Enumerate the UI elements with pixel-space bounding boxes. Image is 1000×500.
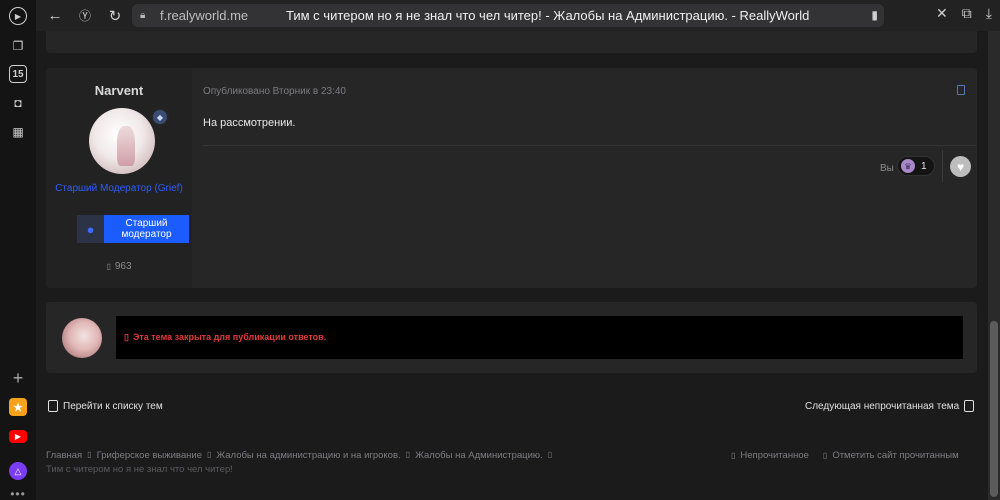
- post-author-pane: Narvent ◆ Старший Модератор (Grief) ● Ст…: [46, 68, 192, 288]
- chevron-right-icon: ▯: [206, 450, 212, 459]
- message-count-value: 963: [114, 261, 132, 272]
- check-icon: ▯: [822, 451, 828, 460]
- plus-icon[interactable]: +: [9, 368, 27, 388]
- previous-post-bottom: [46, 31, 977, 53]
- youtube-icon[interactable]: ▶: [9, 430, 27, 443]
- divider: [942, 150, 943, 182]
- breadcrumb-item[interactable]: Жалобы на Администрацию.: [415, 450, 543, 461]
- alice-icon[interactable]: △: [9, 462, 27, 480]
- footer-thread-title: Тим с читером но я не знал что чел читер…: [46, 464, 233, 475]
- address-bar[interactable]: 🔒︎ f.realyworld.me Тим с читером но я не…: [132, 4, 884, 27]
- scroll-thumb[interactable]: [990, 321, 998, 497]
- play-icon[interactable]: ▶: [9, 7, 27, 25]
- trophy-icon: ♛: [901, 159, 915, 173]
- mark-read-link[interactable]: ▯ Отметить сайт прочитанным: [823, 450, 959, 461]
- quick-links: ▯ Непрочитанное ▯ Отметить сайт прочитанны…: [731, 450, 959, 461]
- scrollbar[interactable]: [988, 31, 1000, 500]
- role-title: Старший Модератор (Grief): [55, 183, 183, 194]
- unread-label: Непрочитанное: [740, 450, 809, 461]
- user-icon: ●: [77, 215, 104, 243]
- reaction-count: 1: [921, 160, 927, 172]
- bookmark-icon[interactable]: ▮: [871, 8, 878, 22]
- reaction-you-label: Вы: [880, 163, 894, 174]
- share-icon[interactable]: [957, 85, 965, 95]
- collections-icon[interactable]: ⧉: [962, 5, 972, 22]
- browser-toolbar: ← Ⓨ ↻ 🔒︎ f.realyworld.me Тим с читером н…: [36, 0, 1000, 31]
- back-to-list-label: Перейти к списку тем: [63, 400, 163, 412]
- heart-icon[interactable]: ♥: [950, 156, 971, 177]
- toolbar-right: ✕ ⧉ ⤓: [936, 5, 992, 22]
- forum-post: Narvent ◆ Старший Модератор (Grief) ● Ст…: [46, 68, 977, 288]
- more-icon[interactable]: •••: [9, 485, 27, 500]
- reaction-summary[interactable]: ♛ 1: [897, 156, 935, 176]
- unread-link[interactable]: ▯ Непрочитанное: [731, 450, 809, 461]
- breadcrumb: Главная ▯ Гриферское выживание ▯ Жалобы на…: [46, 450, 557, 461]
- shield-icon: ◆: [151, 108, 169, 126]
- role-badge-label: Старший модератор: [104, 215, 189, 243]
- chevron-right-icon: ▯: [87, 450, 92, 459]
- close-icon[interactable]: ✕: [936, 5, 948, 22]
- mark-read-label: Отметить сайт прочитанным: [832, 450, 959, 461]
- divider: [203, 145, 976, 146]
- role-badge: ● Старший модератор: [77, 215, 189, 243]
- next-icon: [964, 400, 975, 412]
- post-author-name[interactable]: Narvent: [46, 83, 192, 98]
- next-unread-link[interactable]: Следующая непрочитанная тема: [805, 400, 975, 412]
- back-to-list-link[interactable]: Перейти к списку тем: [48, 400, 163, 412]
- chevron-right-icon: ▯: [547, 450, 553, 459]
- chevron-right-icon: ▯: [405, 450, 411, 459]
- avatar: [62, 318, 102, 358]
- closed-notice-text: Эта тема закрыта для публикации ответов.: [132, 332, 327, 342]
- post-date[interactable]: Опубликовано Вторник в 23:40: [203, 86, 346, 97]
- camera-icon[interactable]: ◘: [9, 94, 27, 112]
- list-icon: [48, 400, 58, 412]
- back-arrow-icon[interactable]: ←: [44, 5, 66, 27]
- browser-sidebar: ▶ ❐ 15 ◘ ▦ + ★ ▶ △ •••: [0, 0, 36, 500]
- lock-icon: ▯: [124, 332, 129, 342]
- breadcrumb-item[interactable]: Жалобы на администрацию и на игроков.: [216, 450, 400, 461]
- closed-thread-block: ▯ Эта тема закрыта для публикации ответов…: [46, 302, 977, 373]
- closed-notice: ▯ Эта тема закрыта для публикации ответов…: [116, 316, 963, 359]
- post-body: На рассмотрении.: [203, 117, 296, 129]
- page-content: Narvent ◆ Старший Модератор (Grief) ● Ст…: [36, 31, 988, 500]
- browser-window: ▶ ❐ 15 ◘ ▦ + ★ ▶ △ ••• ← Ⓨ ↻ 🔒︎ f.realyw…: [0, 0, 1000, 500]
- post-content: Опубликовано Вторник в 23:40 На рассмотр…: [192, 68, 977, 288]
- avatar[interactable]: [89, 108, 155, 174]
- breadcrumb-item[interactable]: Гриферское выживание: [97, 450, 202, 461]
- unread-icon: ▯: [731, 451, 736, 460]
- download-icon[interactable]: ⤓: [986, 5, 992, 22]
- url-text: f.realyworld.me: [160, 8, 249, 23]
- app-icon[interactable]: ★: [9, 398, 27, 416]
- lock-icon: 🔒︎: [140, 10, 146, 21]
- calendar-icon[interactable]: 15: [9, 65, 27, 83]
- yandex-icon[interactable]: Ⓨ: [74, 5, 96, 27]
- page-title: Тим с читером но я не знал что чел читер…: [286, 8, 810, 23]
- breadcrumb-item[interactable]: Главная: [46, 450, 82, 461]
- reload-icon[interactable]: ↻: [104, 5, 126, 27]
- message-count: ▯ 963: [46, 261, 192, 272]
- next-unread-label: Следующая непрочитанная тема: [805, 400, 960, 412]
- docs-icon[interactable]: ❐: [9, 37, 27, 55]
- grid-icon[interactable]: ▦: [9, 123, 27, 141]
- message-icon: ▯: [106, 262, 111, 271]
